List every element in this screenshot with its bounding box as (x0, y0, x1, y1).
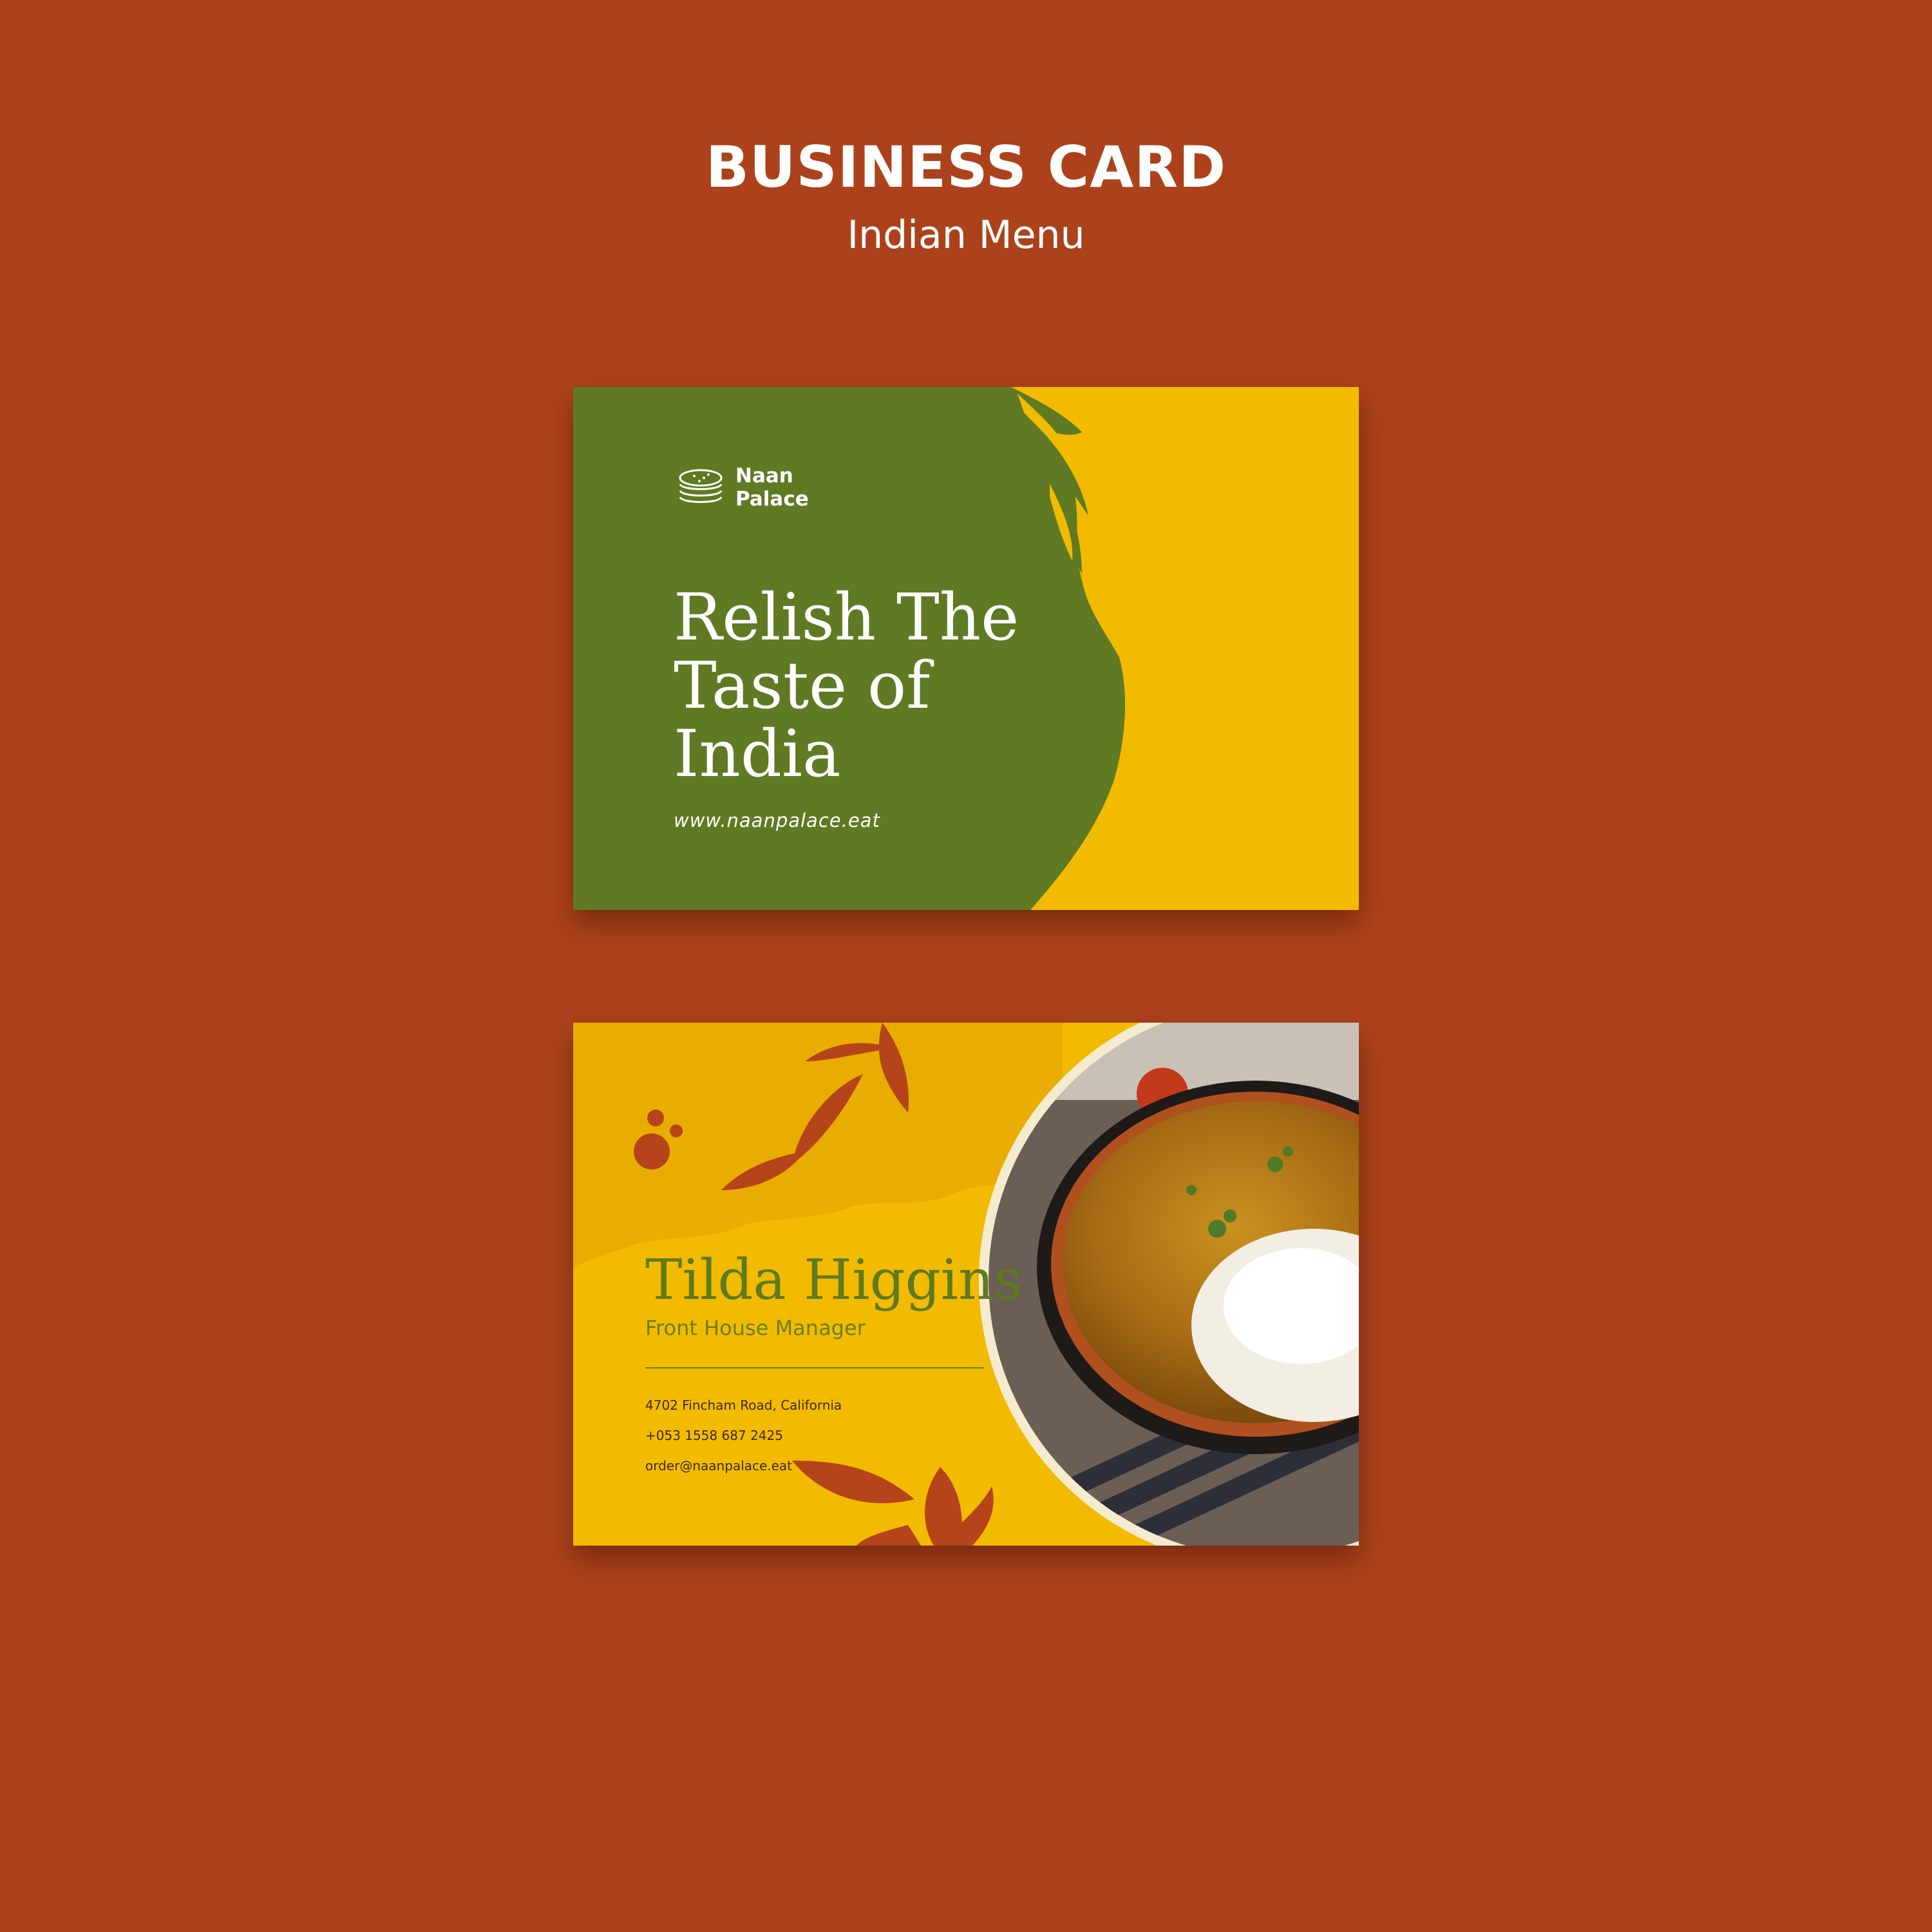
business-card-front: Naan Palace Relish The Taste of India ww… (573, 387, 1359, 910)
naan-stack-icon (679, 469, 723, 503)
logo: Naan Palace (675, 464, 809, 511)
tagline-line-2: Taste of India (674, 648, 931, 791)
person-name: Tilda Higgins (645, 1248, 1023, 1312)
page-subtitle: Indian Menu (847, 213, 1085, 258)
page-header: BUSINESS CARD Indian Menu (0, 129, 1932, 264)
contact-email: order@naanpalace.eat (645, 1458, 793, 1473)
page-title: BUSINESS CARD (705, 134, 1227, 200)
contact-address: 4702 Fincham Road, California (645, 1397, 842, 1413)
logo-text: Naan Palace (735, 464, 809, 511)
business-card-back: Tilda Higgins Front House Manager 4702 F… (573, 1023, 1359, 1546)
website-url: www.naanpalace.eat (674, 810, 880, 831)
logo-line-1: Naan (735, 464, 793, 488)
logo-line-2: Palace (735, 488, 809, 511)
tagline: Relish The Taste of India (674, 583, 1086, 788)
person-role: Front House Manager (645, 1316, 866, 1340)
leaf-decoration-bottom (792, 1461, 994, 1546)
divider (645, 1367, 984, 1368)
contact-phone: +053 1558 687 2425 (645, 1428, 783, 1443)
tagline-line-1: Relish The (674, 580, 1019, 655)
